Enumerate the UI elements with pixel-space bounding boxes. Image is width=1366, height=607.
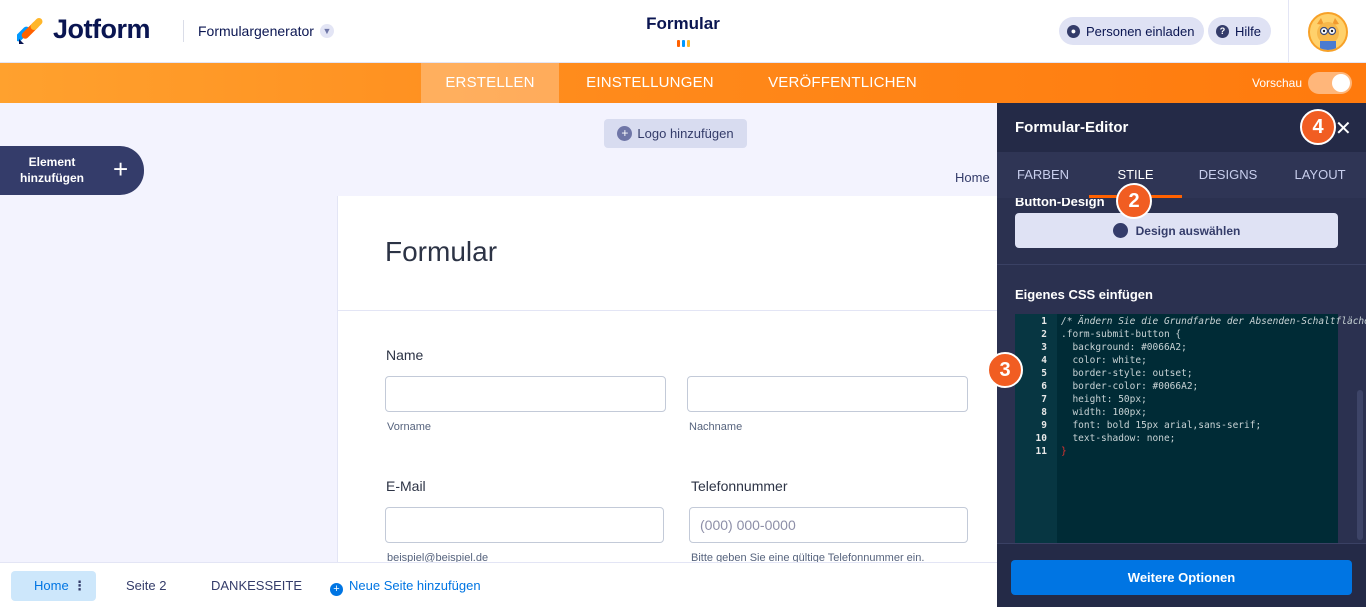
builder-nav: ERSTELLEN EINSTELLUNGEN VERÖFFENTLICHEN … xyxy=(0,63,1366,103)
line-number: 1 xyxy=(1041,316,1047,327)
email-input[interactable] xyxy=(385,507,664,543)
tab-designs[interactable]: DESIGNS xyxy=(1182,152,1274,198)
invite-people-button[interactable]: ● Personen einladen xyxy=(1059,17,1205,45)
step-badge-4: 4 xyxy=(1300,109,1336,145)
code-line: color: white; xyxy=(1061,355,1147,366)
add-logo-label: Logo hinzufügen xyxy=(637,126,734,141)
code-line: font: bold 15px arial,sans-serif; xyxy=(1061,420,1262,431)
line-number: 9 xyxy=(1041,420,1047,431)
top-header: Jotform Formulargenerator ▼ Formular ● P… xyxy=(0,0,1366,63)
divider xyxy=(183,20,184,42)
code-line: } xyxy=(1061,446,1067,457)
palette-icon xyxy=(1112,223,1128,238)
line-number: 6 xyxy=(1041,381,1047,392)
cat-avatar-icon xyxy=(1310,14,1346,50)
help-label: Hilfe xyxy=(1235,23,1262,39)
chevron-down-icon: ▼ xyxy=(319,24,334,38)
line-number: 2 xyxy=(1041,329,1047,340)
form-generator-dropdown[interactable]: Formulargenerator ▼ xyxy=(198,23,334,39)
user-icon: ● xyxy=(1067,24,1080,38)
form-status-icon xyxy=(676,40,690,47)
brand-name: Jotform xyxy=(53,14,151,44)
last-name-input[interactable] xyxy=(687,376,968,412)
phone-input[interactable]: (000) 000-0000 xyxy=(689,507,968,543)
select-design-label: Design auswählen xyxy=(1135,223,1241,238)
tab-erstellen[interactable]: ERSTELLEN xyxy=(421,63,559,103)
first-name-input[interactable] xyxy=(385,376,666,412)
panel-scrollbar[interactable] xyxy=(1357,390,1363,540)
code-line: text-shadow: none; xyxy=(1061,433,1176,444)
code-line: border-color: #0066A2; xyxy=(1061,381,1199,392)
form-card: Formular Name Vorname Nachname E-Mail be… xyxy=(337,196,998,566)
question-icon: ? xyxy=(1216,24,1229,38)
more-vertical-icon[interactable]: ⋮ xyxy=(73,571,86,601)
tab-farben[interactable]: FARBEN xyxy=(997,152,1089,198)
form-title-area[interactable]: Formular xyxy=(583,14,783,52)
page-tab-home[interactable]: Home ⋮ xyxy=(11,571,96,601)
step-badge-2: 2 xyxy=(1116,183,1152,219)
step-badge-3: 3 xyxy=(987,352,1023,388)
tab-layout[interactable]: LAYOUT xyxy=(1274,152,1366,198)
name-label: Name xyxy=(386,347,424,363)
line-number: 3 xyxy=(1041,342,1047,353)
first-name-sublabel: Vorname xyxy=(387,421,432,433)
more-options-button[interactable]: Weitere Optionen xyxy=(1011,560,1352,595)
add-page-label: Neue Seite hinzufügen xyxy=(349,578,481,593)
line-number: 7 xyxy=(1041,394,1047,405)
plus-circle-icon: + xyxy=(330,583,343,596)
page-tab-dankesseite[interactable]: DANKESSEITE xyxy=(211,571,302,601)
line-number: 10 xyxy=(1035,433,1047,444)
panel-tabs: FARBEN STILE DESIGNS LAYOUT xyxy=(997,152,1366,198)
line-number: 11 xyxy=(1035,446,1047,457)
panel-title: Formular-Editor xyxy=(1015,119,1129,136)
plus-icon: + xyxy=(113,154,129,184)
add-page-button[interactable]: + Neue Seite hinzufügen xyxy=(330,571,481,601)
jotform-logo[interactable]: Jotform xyxy=(17,14,151,45)
code-line: width: 100px; xyxy=(1061,407,1147,418)
custom-css-label: Eigenes CSS einfügen xyxy=(1015,287,1153,302)
last-name-sublabel: Nachname xyxy=(689,421,743,433)
jotform-logo-icon xyxy=(17,17,43,44)
code-line: height: 50px; xyxy=(1061,394,1147,405)
tab-veroeffentlichen[interactable]: VERÖFFENTLICHEN xyxy=(741,63,944,103)
form-heading[interactable]: Formular xyxy=(385,236,497,268)
form-title: Formular xyxy=(646,14,720,33)
phone-label: Telefonnummer xyxy=(691,478,788,494)
invite-label: Personen einladen xyxy=(1086,23,1195,39)
help-button[interactable]: ? Hilfe xyxy=(1208,17,1272,45)
email-label: E-Mail xyxy=(386,478,426,494)
add-element-label: Element hinzufügen xyxy=(20,155,84,185)
panel-footer: Weitere Optionen xyxy=(997,543,1366,607)
form-editor-panel: Formular-Editor ✕ FARBEN STILE DESIGNS L… xyxy=(997,103,1366,607)
divider xyxy=(338,310,998,311)
page-tab-label: Home xyxy=(34,578,69,593)
page-tabs: Home ⋮ Seite 2 DANKESSEITE + Neue Seite h… xyxy=(0,562,997,607)
tab-einstellungen[interactable]: EINSTELLUNGEN xyxy=(559,63,741,103)
code-line: background: #0066A2; xyxy=(1061,342,1187,353)
divider xyxy=(1288,0,1289,63)
form-generator-label: Formulargenerator xyxy=(198,23,314,39)
preview-label: Vorschau xyxy=(1252,76,1303,90)
code-line: /* Ändern Sie die Grundfarbe der Absende… xyxy=(1061,316,1366,327)
preview-toggle[interactable] xyxy=(1308,72,1352,94)
divider xyxy=(997,264,1366,265)
page-tab-seite-2[interactable]: Seite 2 xyxy=(126,571,166,601)
plus-circle-icon: + xyxy=(617,126,633,141)
breadcrumb[interactable]: Home xyxy=(955,170,990,185)
close-icon[interactable]: ✕ xyxy=(1335,116,1352,141)
css-code-editor[interactable]: 1 2 3 4 5 6 7 8 9 10 11 /* Ändern Sie di… xyxy=(1015,314,1366,543)
user-avatar[interactable] xyxy=(1308,12,1348,52)
select-design-button[interactable]: Design auswählen xyxy=(1015,213,1338,248)
add-element-button[interactable]: Element hinzufügen + xyxy=(0,146,144,195)
panel-content[interactable]: Button-Design Design auswählen Eigenes C… xyxy=(997,198,1366,543)
line-number: 8 xyxy=(1041,407,1047,418)
toggle-knob xyxy=(1332,74,1350,92)
button-design-label: Button-Design xyxy=(1015,198,1105,209)
code-line: border-style: outset; xyxy=(1061,368,1193,379)
add-logo-button[interactable]: + Logo hinzufügen xyxy=(604,119,747,148)
code-line: .form-submit-button { xyxy=(1061,329,1182,340)
